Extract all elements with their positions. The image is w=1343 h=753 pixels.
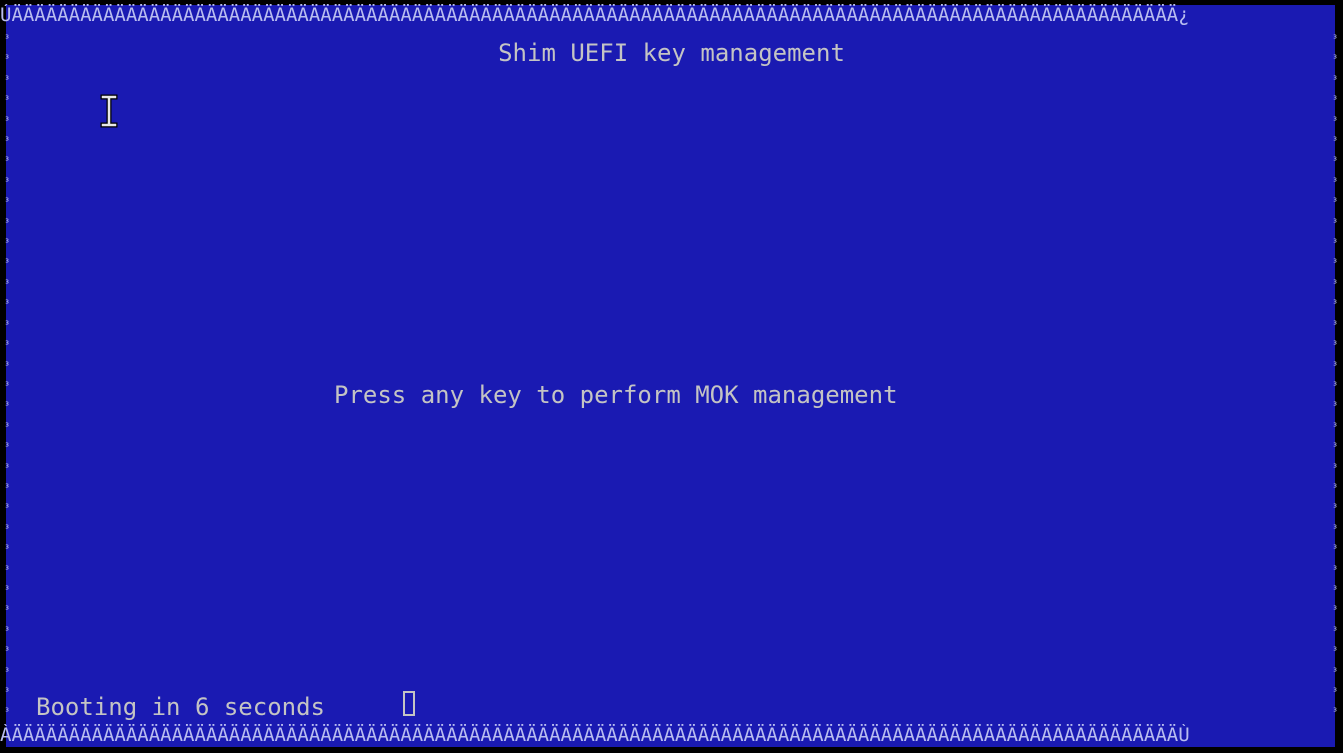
border-bottom: ÀÄÄÄÄÄÄÄÄÄÄÄÄÄÄÄÄÄÄÄÄÄÄÄÄÄÄÄÄÄÄÄÄÄÄÄÄÄÄÄ… <box>0 724 1190 746</box>
screen-title: Shim UEFI key management <box>498 39 845 67</box>
border-top: ÚÄÄÄÄÄÄÄÄÄÄÄÄÄÄÄÄÄÄÄÄÄÄÄÄÄÄÄÄÄÄÄÄÄÄÄÄÄÄÄ… <box>0 4 1190 26</box>
boot-countdown: Booting in 6 seconds <box>36 693 325 721</box>
block-cursor-icon <box>403 691 415 716</box>
border-left: ³ ³ ³ ³ ³ ³ ³ ³ ³ ³ ³ ³ ³ ³ ³ ³ ³ ³ ³ ³ … <box>3 34 11 719</box>
border-right: ³ ³ ³ ³ ³ ³ ³ ³ ³ ³ ³ ³ ³ ³ ³ ³ ³ ³ ³ ³ … <box>1331 34 1339 719</box>
mok-manager-screen[interactable]: ÚÄÄÄÄÄÄÄÄÄÄÄÄÄÄÄÄÄÄÄÄÄÄÄÄÄÄÄÄÄÄÄÄÄÄÄÄÄÄÄ… <box>0 0 1343 753</box>
text-cursor-icon <box>100 94 118 128</box>
press-any-key-prompt[interactable]: Press any key to perform MOK management <box>334 380 898 410</box>
mok-panel-background <box>6 5 1335 747</box>
